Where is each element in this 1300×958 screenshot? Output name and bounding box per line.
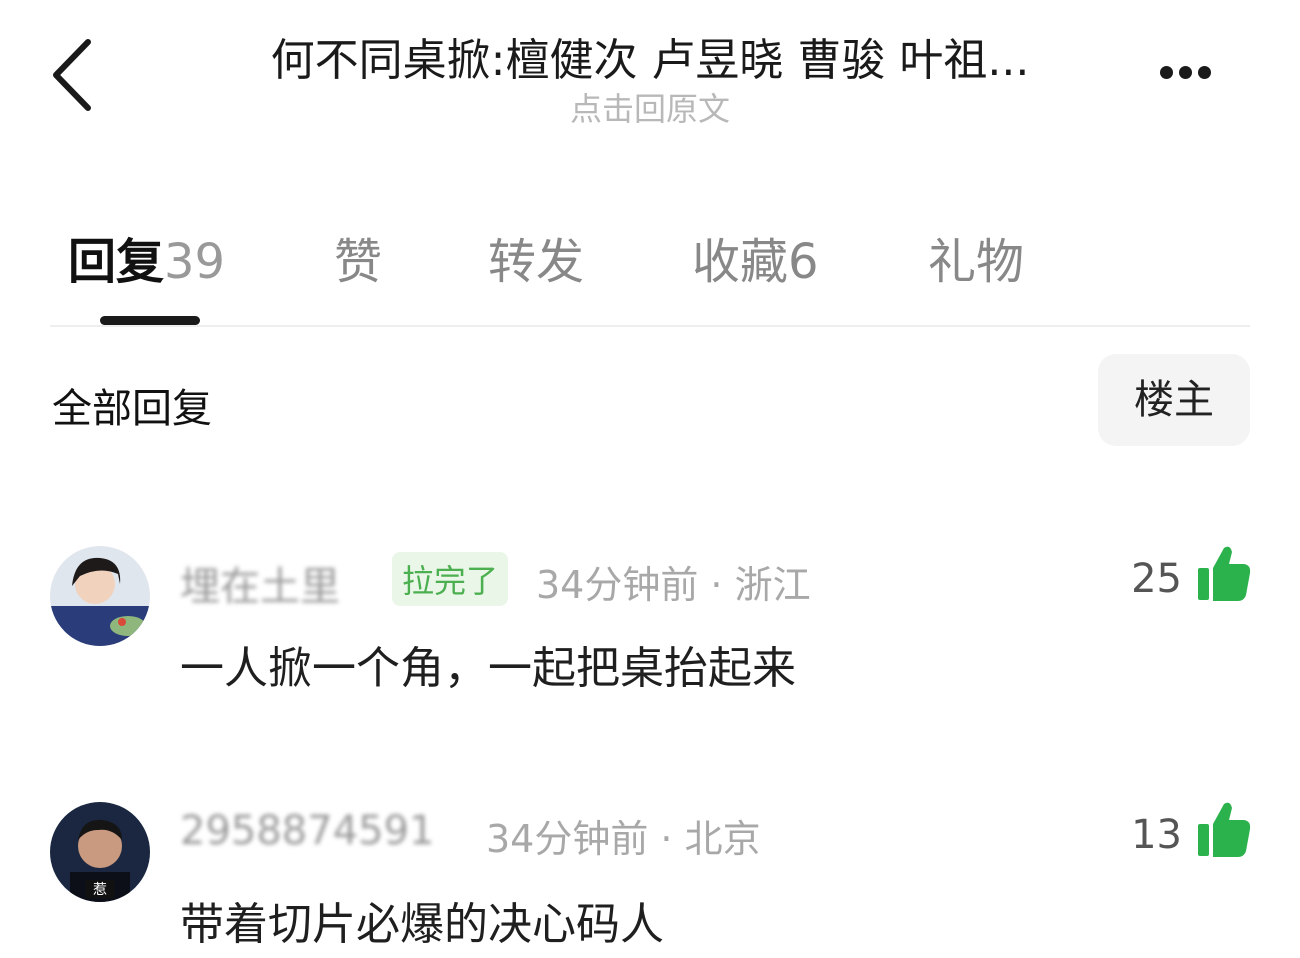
tab-label: 收藏 [692, 234, 789, 290]
tab-replies[interactable]: 回复39 [68, 222, 225, 292]
tab-gifts[interactable]: 礼物 [928, 222, 1024, 292]
user-avatar-image [50, 546, 150, 646]
comment-content: 带着切片必爆的决心码人 [180, 899, 664, 950]
all-replies-heading: 全部回复 [52, 386, 212, 432]
comment-time-location: 34分钟前 · 北京 [486, 817, 761, 861]
thumbs-up-icon [1198, 802, 1251, 857]
like-button[interactable] [1196, 544, 1252, 601]
tab-label: 礼物 [928, 234, 1025, 290]
tab-label: 赞 [334, 234, 383, 290]
more-dots-icon [1160, 66, 1173, 79]
comment-content: 一人掀一个角，一起把桌抬起来 [180, 643, 796, 694]
tab-label: 转发 [488, 234, 585, 290]
page-title: 何不同桌掀:檀健次 卢昱晓 曹骏 叶祖... [270, 35, 1030, 86]
like-count: 13 [1131, 812, 1182, 858]
op-only-filter-button[interactable]: 楼主 [1098, 354, 1250, 446]
tab-reposts[interactable]: 转发 [488, 222, 584, 292]
user-badge: 拉完了 [392, 552, 509, 606]
avatar[interactable]: 惹 [50, 802, 150, 902]
more-dot [1179, 66, 1192, 79]
username[interactable]: 2958874591 [180, 808, 435, 854]
thumbs-up-icon [1198, 546, 1251, 601]
like-button[interactable] [1196, 800, 1252, 857]
tab-label: 回复 [68, 234, 165, 290]
tab-likes[interactable]: 赞 [334, 222, 382, 292]
back-button[interactable] [40, 30, 110, 120]
chevron-left-icon [53, 39, 91, 111]
comment-item: 埋在土里 拉完了 34分钟前 · 浙江 一人掀一个角，一起把桌抬起来 25 [0, 530, 1300, 700]
tab-favorites[interactable]: 收藏6 [692, 222, 819, 292]
avatar[interactable] [50, 546, 150, 646]
like-count: 25 [1131, 556, 1182, 602]
user-avatar-image: 惹 [50, 802, 150, 902]
back-to-original-link[interactable]: 点击回原文 [400, 84, 900, 130]
tab-count: 6 [788, 234, 819, 290]
comment-item: 惹 2958874591 34分钟前 · 北京 带着切片必爆的决心码人 13 [0, 784, 1300, 954]
svg-text:惹: 惹 [93, 882, 107, 898]
active-tab-indicator [100, 316, 200, 325]
comment-time-location: 34分钟前 · 浙江 [536, 563, 811, 607]
more-dot [1198, 66, 1211, 79]
more-button[interactable] [1160, 50, 1250, 94]
username[interactable]: 埋在土里 [180, 554, 340, 612]
tab-count: 39 [164, 234, 226, 290]
tab-divider [50, 325, 1250, 327]
